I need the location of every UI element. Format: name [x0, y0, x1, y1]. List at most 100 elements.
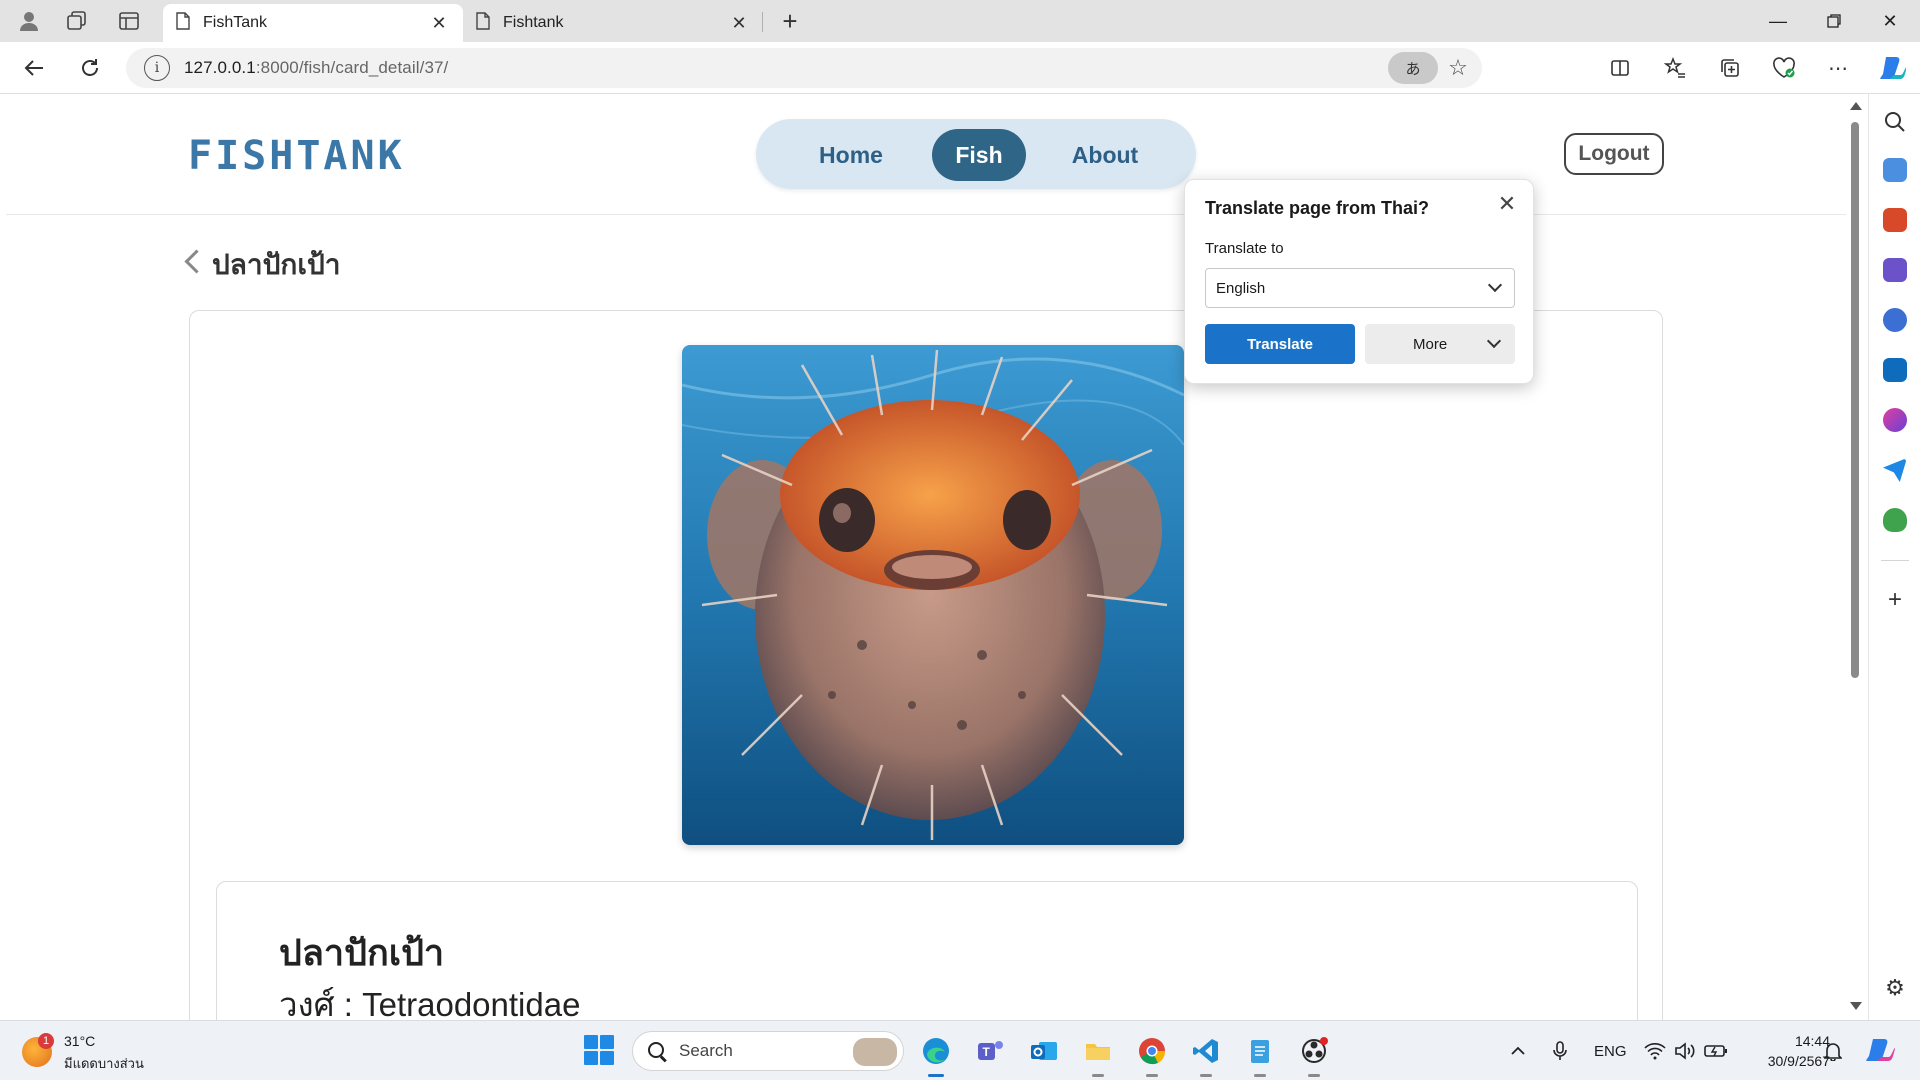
file-explorer-icon[interactable]	[1078, 1031, 1118, 1077]
more-options-icon[interactable]: ⋯	[1820, 50, 1856, 86]
windows-taskbar: 1 31°C มีแดดบางส่วน Search T ENG 14:44 3…	[0, 1020, 1920, 1080]
restore-button[interactable]	[1806, 0, 1862, 42]
tab-separator	[762, 12, 763, 32]
microsoft-365-icon[interactable]	[1883, 308, 1907, 332]
logout-button[interactable]: Logout	[1564, 133, 1664, 175]
language-select[interactable]: English	[1205, 268, 1515, 308]
gear-icon[interactable]: ⚙	[1881, 974, 1909, 1002]
new-tab-button[interactable]: +	[774, 6, 806, 36]
fish-info-box: ปลาปักเป้า วงศ์ : Tetraodontidae	[216, 881, 1638, 1020]
close-icon[interactable]: ✕	[1495, 191, 1519, 216]
copilot-taskbar-icon[interactable]	[1864, 1021, 1896, 1080]
translate-icon[interactable]: あ	[1388, 52, 1438, 84]
scroll-up-arrow[interactable]	[1850, 102, 1862, 110]
tab-title: Fishtank	[503, 14, 564, 31]
designer-icon[interactable]	[1883, 408, 1907, 432]
address-bar[interactable]: i 127.0.0.1:8000/fish/card_detail/37/ あ …	[126, 48, 1482, 88]
minimize-button[interactable]: —	[1750, 0, 1806, 42]
copilot-icon[interactable]	[1874, 50, 1910, 86]
site-info-icon[interactable]: i	[144, 55, 170, 81]
web-page: FISHTANK Home Fish About Logout ปลาปักเป…	[6, 95, 1846, 1020]
back-chevron-icon[interactable]	[182, 247, 204, 277]
chrome-app-icon[interactable]	[1132, 1031, 1172, 1077]
weather-widget[interactable]: 1 31°C มีแดดบางส่วน	[22, 1031, 202, 1075]
edge-sidebar: + ⚙	[1868, 94, 1920, 1020]
page-icon	[175, 11, 191, 35]
tree-icon[interactable]	[1883, 508, 1907, 532]
site-logo[interactable]: FISHTANK	[188, 133, 405, 179]
close-window-button[interactable]: ✕	[1862, 0, 1918, 42]
search-icon	[647, 1041, 667, 1061]
chevron-down-icon	[1487, 277, 1503, 293]
page-icon	[475, 11, 491, 35]
translate-popup: Translate page from Thai? ✕ Translate to…	[1184, 179, 1534, 384]
start-button[interactable]	[584, 1035, 614, 1065]
more-button-label: More	[1413, 335, 1448, 353]
fish-photo	[682, 345, 1184, 845]
tools-icon[interactable]	[1883, 208, 1907, 232]
wifi-icon[interactable]	[1644, 1021, 1666, 1080]
battery-icon[interactable]	[1704, 1021, 1728, 1080]
microphone-icon[interactable]	[1552, 1021, 1568, 1080]
page-title: ปลาปักเป้า	[212, 249, 341, 280]
scroll-thumb[interactable]	[1851, 122, 1859, 678]
vscode-app-icon[interactable]	[1186, 1031, 1226, 1077]
url-text[interactable]: 127.0.0.1:8000/fish/card_detail/37/	[184, 58, 448, 78]
teams-app-icon[interactable]: T	[970, 1031, 1010, 1071]
search-label: Search	[679, 1041, 733, 1060]
tab-actions-icon[interactable]	[108, 5, 150, 37]
workspaces-icon[interactable]	[56, 5, 98, 37]
show-hidden-icons[interactable]	[1510, 1021, 1526, 1080]
fish-detail-card: ปลาปักเป้า วงศ์ : Tetraodontidae	[189, 310, 1663, 1020]
games-icon[interactable]	[1883, 258, 1907, 282]
weather-desc: มีแดดบางส่วน	[64, 1056, 144, 1071]
add-icon[interactable]: +	[1881, 586, 1909, 614]
tab-fishtank-inactive[interactable]: Fishtank ✕	[463, 4, 763, 42]
outlook-icon[interactable]	[1883, 358, 1907, 382]
favorites-icon[interactable]	[1657, 50, 1693, 86]
nav-about[interactable]: About	[1040, 129, 1170, 181]
svg-text:T: T	[983, 1045, 991, 1059]
weather-badge: 1	[38, 1033, 54, 1049]
site-nav: Home Fish About	[756, 119, 1196, 189]
site-header: FISHTANK Home Fish About Logout	[6, 95, 1846, 215]
collections-icon[interactable]	[1712, 50, 1748, 86]
language-select-value: English	[1216, 279, 1266, 297]
nav-home[interactable]: Home	[796, 129, 906, 181]
translate-popup-title: Translate page from Thai?	[1205, 198, 1430, 218]
more-button[interactable]: More	[1365, 324, 1515, 364]
chevron-down-icon	[1486, 333, 1502, 349]
weather-temp: 31°C	[64, 1033, 96, 1049]
back-icon[interactable]	[16, 50, 52, 86]
notifications-bell-icon[interactable]	[1824, 1021, 1842, 1080]
input-language[interactable]: ENG	[1594, 1021, 1627, 1080]
outlook-app-icon[interactable]	[1024, 1031, 1064, 1071]
shopping-icon[interactable]	[1883, 158, 1907, 182]
translate-button[interactable]: Translate	[1205, 324, 1355, 364]
search-highlight-image	[853, 1038, 897, 1066]
obs-app-icon[interactable]	[1294, 1031, 1334, 1077]
clock[interactable]: 14:44 30/9/2567	[1740, 1031, 1830, 1071]
close-tab-icon[interactable]: ✕	[727, 13, 751, 34]
send-icon[interactable]	[1883, 458, 1907, 482]
close-tab-icon[interactable]: ✕	[427, 13, 451, 34]
translate-to-label: Translate to	[1205, 240, 1284, 257]
edge-app-icon[interactable]	[916, 1031, 956, 1077]
profile-icon[interactable]	[8, 5, 50, 37]
sidebar-divider	[1881, 560, 1909, 561]
page-scrollbar[interactable]	[1846, 100, 1864, 1012]
clock-date: 30/9/2567	[1767, 1053, 1830, 1069]
volume-icon[interactable]	[1674, 1021, 1696, 1080]
taskbar-search[interactable]: Search	[632, 1031, 904, 1071]
notepad-app-icon[interactable]	[1240, 1031, 1280, 1077]
search-icon[interactable]	[1883, 110, 1907, 134]
split-screen-icon[interactable]	[1602, 50, 1638, 86]
browser-tabbar: FishTank ✕ Fishtank ✕ + — ✕	[0, 0, 1920, 42]
fish-name: ปลาปักเป้า	[279, 932, 445, 973]
refresh-icon[interactable]	[72, 50, 108, 86]
scroll-down-arrow[interactable]	[1850, 1002, 1862, 1010]
favorite-star-icon[interactable]: ☆	[1444, 54, 1472, 82]
nav-fish[interactable]: Fish	[932, 129, 1026, 181]
tab-fishtank-active[interactable]: FishTank ✕	[163, 4, 463, 42]
browser-essentials-icon[interactable]	[1766, 50, 1802, 86]
